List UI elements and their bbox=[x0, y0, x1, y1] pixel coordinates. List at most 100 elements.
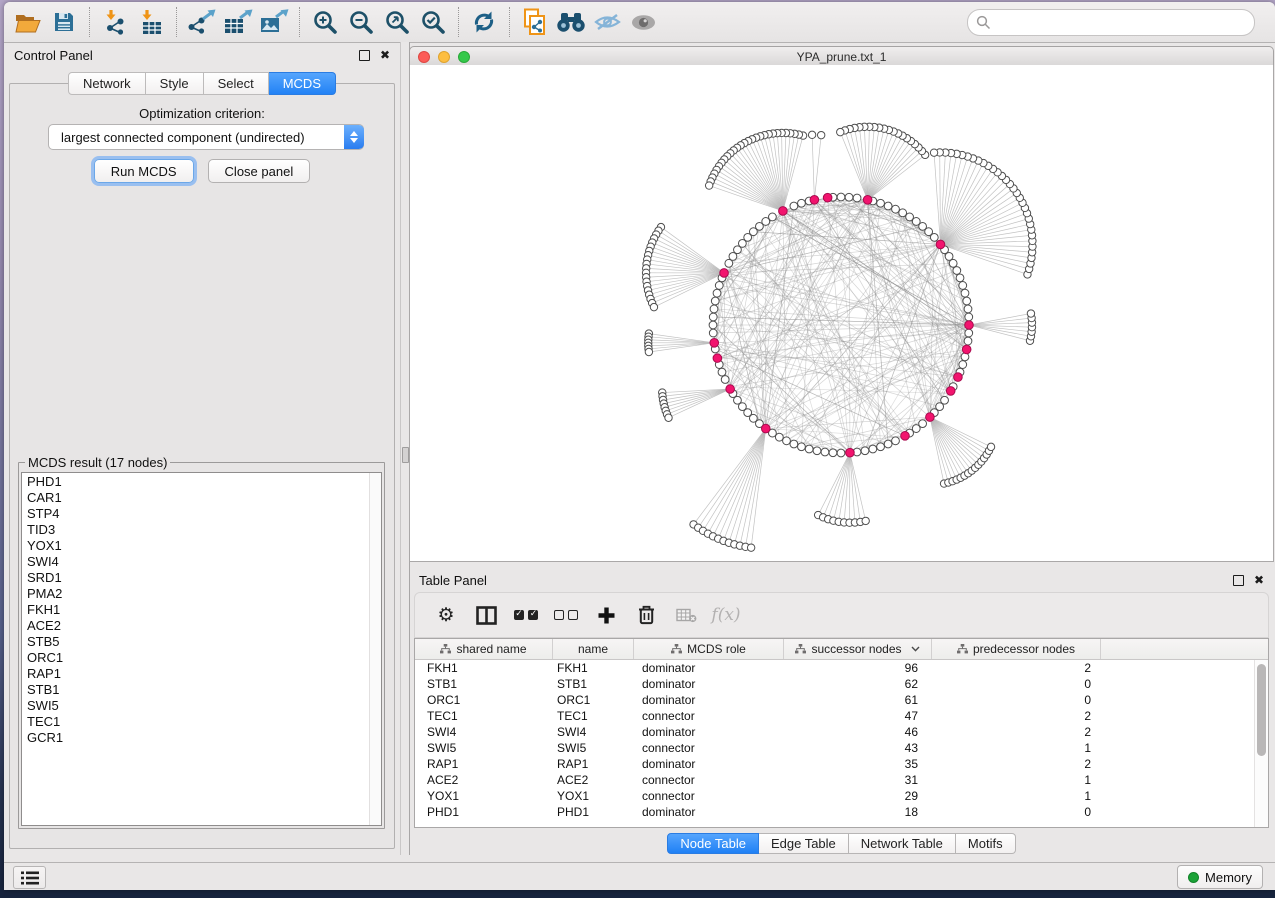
import-table-button[interactable] bbox=[133, 6, 169, 38]
result-node-item[interactable]: PMA2 bbox=[27, 586, 381, 602]
tab-node-table[interactable]: Node Table bbox=[667, 833, 759, 854]
search-input[interactable] bbox=[995, 14, 1246, 31]
tab-style[interactable]: Style bbox=[146, 72, 204, 95]
table-row[interactable]: PHD1PHD1dominator180 bbox=[415, 804, 1268, 820]
delete-table-button[interactable] bbox=[669, 598, 703, 632]
column-header-shared-name[interactable]: shared name bbox=[415, 639, 553, 659]
mcds-hub-node[interactable] bbox=[863, 195, 872, 204]
tab-motifs[interactable]: Motifs bbox=[956, 833, 1016, 854]
result-node-item[interactable]: GCR1 bbox=[27, 730, 381, 746]
result-node-item[interactable]: ORC1 bbox=[27, 650, 381, 666]
zoom-out-button[interactable] bbox=[343, 6, 379, 38]
mcds-hub-node[interactable] bbox=[710, 339, 719, 348]
function-builder-button[interactable]: f(x) bbox=[709, 598, 743, 632]
select-all-button[interactable] bbox=[509, 598, 543, 632]
tab-network[interactable]: Network bbox=[68, 72, 146, 95]
mcds-hub-node[interactable] bbox=[954, 373, 963, 382]
mcds-hub-node[interactable] bbox=[965, 321, 974, 330]
mcds-hub-node[interactable] bbox=[926, 413, 935, 422]
mcds-hub-node[interactable] bbox=[946, 387, 955, 396]
mcds-hub-node[interactable] bbox=[846, 448, 855, 457]
result-node-item[interactable]: RAP1 bbox=[27, 666, 381, 682]
result-node-item[interactable]: TID3 bbox=[27, 522, 381, 538]
hide-selected-button[interactable] bbox=[589, 6, 625, 38]
cell-predecessor_nodes: 2 bbox=[932, 725, 1101, 739]
result-node-item[interactable]: STP4 bbox=[27, 506, 381, 522]
table-scrollbar-thumb[interactable] bbox=[1257, 664, 1266, 756]
show-panels-button[interactable] bbox=[13, 866, 46, 889]
export-image-button[interactable] bbox=[256, 6, 292, 38]
export-table-button[interactable] bbox=[220, 6, 256, 38]
result-node-item[interactable]: TEC1 bbox=[27, 714, 381, 730]
add-column-button[interactable] bbox=[589, 598, 623, 632]
float-panel-button[interactable] bbox=[359, 50, 370, 61]
table-row[interactable]: FKH1FKH1dominator962 bbox=[415, 660, 1268, 676]
deselect-all-button[interactable] bbox=[549, 598, 583, 632]
apply-layout-button[interactable] bbox=[466, 6, 502, 38]
memory-button[interactable]: Memory bbox=[1177, 865, 1263, 889]
result-node-item[interactable]: STB1 bbox=[27, 682, 381, 698]
zoom-selected-button[interactable] bbox=[415, 6, 451, 38]
mcds-hub-node[interactable] bbox=[810, 195, 819, 204]
show-all-button[interactable] bbox=[625, 6, 661, 38]
column-settings-button[interactable]: ⚙ bbox=[429, 598, 463, 632]
tab-network-table[interactable]: Network Table bbox=[849, 833, 956, 854]
export-network-button[interactable] bbox=[184, 6, 220, 38]
tab-edge-table[interactable]: Edge Table bbox=[759, 833, 849, 854]
delete-column-button[interactable] bbox=[629, 598, 663, 632]
table-row[interactable]: ORC1ORC1dominator610 bbox=[415, 692, 1268, 708]
result-node-item[interactable]: SWI5 bbox=[27, 698, 381, 714]
result-node-item[interactable]: ACE2 bbox=[27, 618, 381, 634]
zoom-in-button[interactable] bbox=[307, 6, 343, 38]
table-row[interactable]: SWI4SWI4dominator462 bbox=[415, 724, 1268, 740]
table-row[interactable]: TEC1TEC1connector472 bbox=[415, 708, 1268, 724]
result-node-item[interactable]: PHD1 bbox=[27, 474, 381, 490]
import-network-button[interactable] bbox=[97, 6, 133, 38]
run-mcds-button[interactable]: Run MCDS bbox=[94, 159, 194, 183]
mcds-hub-node[interactable] bbox=[726, 385, 735, 394]
mcds-hub-node[interactable] bbox=[720, 269, 729, 278]
column-header-name[interactable]: name bbox=[553, 639, 634, 659]
mcds-hub-node[interactable] bbox=[779, 207, 788, 216]
table-row[interactable]: STB1STB1dominator620 bbox=[415, 676, 1268, 692]
column-header-MCDS-role[interactable]: MCDS role bbox=[634, 639, 784, 659]
show-column-button[interactable] bbox=[469, 598, 503, 632]
mcds-hub-node[interactable] bbox=[901, 432, 910, 441]
table-panel-title: Table Panel bbox=[419, 573, 487, 588]
optimization-criterion-select[interactable]: largest connected component (undirected) bbox=[48, 124, 364, 150]
table-row[interactable]: YOX1YOX1connector291 bbox=[415, 788, 1268, 804]
column-header-predecessor-nodes[interactable]: predecessor nodes bbox=[932, 639, 1101, 659]
result-node-item[interactable]: CAR1 bbox=[27, 490, 381, 506]
open-file-button[interactable] bbox=[10, 6, 46, 38]
mcds-hub-node[interactable] bbox=[962, 345, 971, 354]
result-node-item[interactable]: SWI4 bbox=[27, 554, 381, 570]
tab-mcds[interactable]: MCDS bbox=[269, 72, 336, 95]
open-network-document-button[interactable] bbox=[517, 6, 553, 38]
save-session-button[interactable] bbox=[46, 6, 82, 38]
zoom-fit-button[interactable] bbox=[379, 6, 415, 38]
mcds-hub-node[interactable] bbox=[761, 424, 770, 433]
table-row[interactable]: ACE2ACE2connector311 bbox=[415, 772, 1268, 788]
table-scrollbar[interactable] bbox=[1254, 660, 1268, 827]
float-table-panel-button[interactable] bbox=[1233, 575, 1244, 586]
first-neighbors-button[interactable] bbox=[553, 6, 589, 38]
table-row[interactable]: RAP1RAP1dominator352 bbox=[415, 756, 1268, 772]
table-row[interactable]: SWI5SWI5connector431 bbox=[415, 740, 1268, 756]
network-canvas[interactable] bbox=[409, 65, 1274, 562]
result-list-scrollbar[interactable] bbox=[369, 473, 381, 825]
network-graph[interactable] bbox=[410, 65, 1275, 561]
cell-mcds_role: dominator bbox=[634, 757, 784, 771]
gear-icon: ⚙ bbox=[437, 604, 454, 627]
close-panel-button[interactable]: ✖ bbox=[380, 49, 390, 61]
close-mcds-panel-button[interactable]: Close panel bbox=[208, 159, 311, 183]
column-header-successor-nodes[interactable]: successor nodes bbox=[784, 639, 932, 659]
mcds-hub-node[interactable] bbox=[936, 240, 945, 249]
tab-select[interactable]: Select bbox=[204, 72, 269, 95]
close-table-panel-button[interactable]: ✖ bbox=[1254, 574, 1264, 586]
result-node-item[interactable]: SRD1 bbox=[27, 570, 381, 586]
result-node-item[interactable]: YOX1 bbox=[27, 538, 381, 554]
mcds-hub-node[interactable] bbox=[713, 354, 722, 363]
mcds-hub-node[interactable] bbox=[823, 193, 832, 202]
result-node-item[interactable]: STB5 bbox=[27, 634, 381, 650]
result-node-item[interactable]: FKH1 bbox=[27, 602, 381, 618]
